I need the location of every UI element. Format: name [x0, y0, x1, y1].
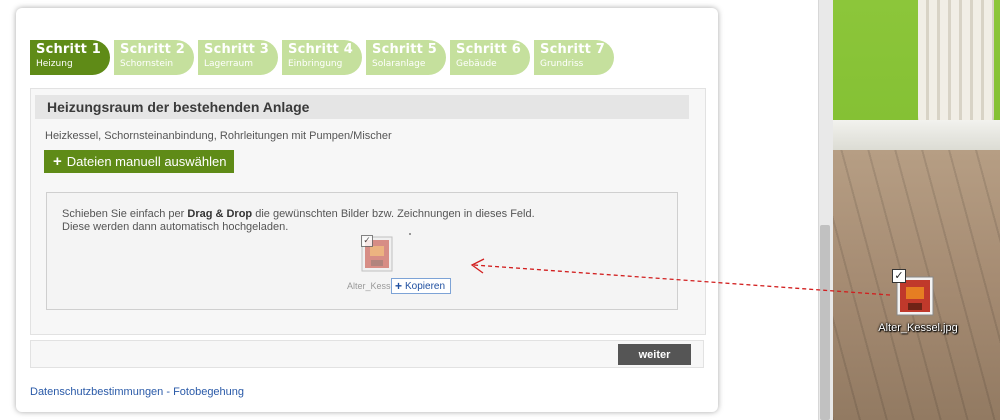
step-tab-5[interactable]: Schritt 5 Solaranlage: [366, 40, 446, 75]
step-tab-6[interactable]: Schritt 6 Gebäude: [450, 40, 530, 75]
step-tab-7[interactable]: Schritt 7 Grundriss: [534, 40, 614, 75]
step-tab-2[interactable]: Schritt 2 Schornstein: [114, 40, 194, 75]
drop-text-bold: Drag & Drop: [187, 208, 253, 220]
step-subtitle: Gebäude: [456, 59, 497, 69]
step-subtitle: Einbringung: [288, 59, 343, 69]
step-title: Schritt 7: [540, 42, 605, 57]
form-footer-bar: [30, 340, 704, 368]
plus-icon: +: [53, 153, 62, 170]
privacy-link[interactable]: Datenschutzbestimmungen - Fotobegehung: [30, 386, 244, 398]
step-subtitle: Schornstein: [120, 59, 174, 69]
plus-icon: +: [395, 279, 403, 293]
drop-text-prefix: Schieben Sie einfach per: [62, 208, 188, 220]
copy-tooltip-label: Kopieren: [405, 280, 446, 292]
step-title: Schritt 5: [372, 42, 437, 57]
step-title: Schritt 2: [120, 42, 185, 57]
desktop-background: [832, 0, 1000, 420]
step-navigation: Schritt 1 Heizung Schritt 2 Schornstein …: [30, 40, 618, 76]
section-description: Heizkessel, Schornsteinanbindung, Rohrle…: [45, 130, 392, 142]
section-title: Heizungsraum der bestehenden Anlage: [47, 99, 310, 115]
step-subtitle: Lagerraum: [204, 59, 254, 69]
drop-zone-line-2: Diese werden dann automatisch hochgelade…: [62, 221, 289, 233]
baseboard: [832, 120, 1000, 150]
step-title: Schritt 4: [288, 42, 353, 57]
step-tab-3[interactable]: Schritt 3 Lagerraum: [198, 40, 278, 75]
dragged-file-label: Alter_Kesse: [347, 281, 396, 291]
desktop-file-label: Alter_Kessel.jpg: [878, 322, 958, 334]
scrollbar-thumb[interactable]: [820, 225, 830, 420]
step-subtitle: Solaranlage: [372, 59, 426, 69]
select-files-label: Dateien manuell auswählen: [66, 154, 227, 169]
drop-text-suffix: die gewünschten Bilder bzw. Zeichnungen …: [252, 208, 535, 220]
drop-cursor-dot: [409, 233, 411, 235]
step-subtitle: Heizung: [36, 59, 73, 69]
step-tab-4[interactable]: Schritt 4 Einbringung: [282, 40, 362, 75]
step-title: Schritt 3: [204, 42, 269, 57]
step-title: Schritt 6: [456, 42, 521, 57]
step-title: Schritt 1: [36, 42, 101, 57]
drop-zone-line-1: Schieben Sie einfach per Drag & Drop die…: [62, 208, 535, 221]
step-subtitle: Grundriss: [540, 59, 584, 69]
copy-tooltip: + Kopieren: [391, 278, 451, 294]
checkbox-icon: ✓: [361, 235, 373, 247]
next-button[interactable]: weiter: [618, 344, 691, 365]
select-files-button[interactable]: + Dateien manuell auswählen: [44, 150, 234, 173]
drop-zone-instructions: Schieben Sie einfach per Drag & Drop die…: [62, 208, 535, 234]
checkbox-icon[interactable]: ✓: [892, 269, 906, 283]
step-tab-1[interactable]: Schritt 1 Heizung: [30, 40, 110, 75]
